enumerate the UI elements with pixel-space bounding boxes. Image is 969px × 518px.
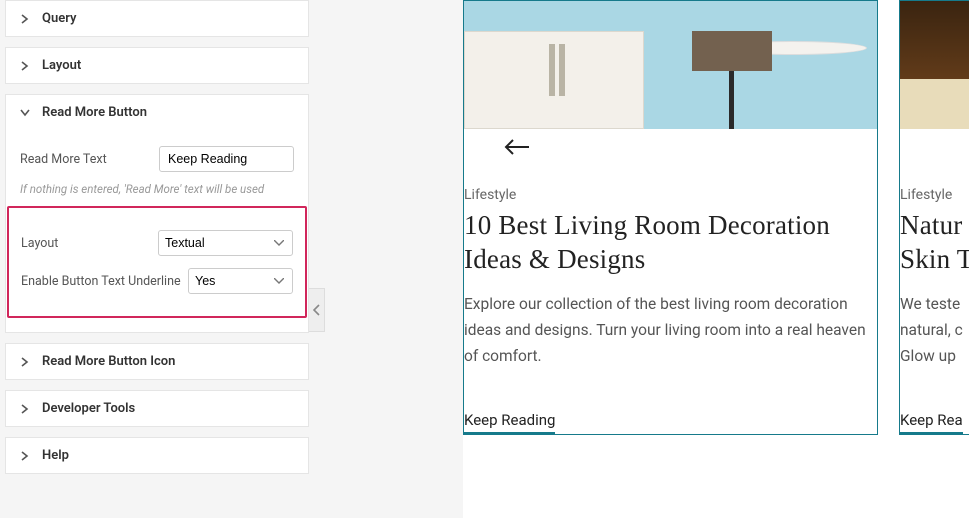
panel-query-label: Query (42, 11, 76, 26)
post-excerpt: Explore our collection of the best livin… (464, 291, 877, 370)
panel-readmore: Read More Button Read More Text If nothi… (5, 94, 309, 333)
readmore-underline-row: Enable Button Text Underline Yes (21, 268, 293, 294)
caret-right-icon (20, 14, 30, 24)
panel-query-header[interactable]: Query (6, 1, 308, 36)
panel-developer: Developer Tools (5, 390, 309, 427)
post-category[interactable]: Lifestyle (464, 187, 877, 203)
sidebar-collapse-tab[interactable] (309, 288, 325, 332)
post-title[interactable]: Natur Skin T (900, 209, 969, 277)
panel-readmore-header[interactable]: Read More Button (6, 95, 308, 130)
readmore-text-row: Read More Text (20, 146, 294, 172)
panel-developer-header[interactable]: Developer Tools (6, 391, 308, 426)
settings-sidebar: Query Layout Read More Button Read More … (5, 0, 309, 518)
readmore-layout-row: Layout Textual (21, 230, 293, 256)
post-card: Lifestyle Natur Skin T We teste natural,… (899, 0, 969, 435)
caret-right-icon (20, 357, 30, 367)
scene-wood (900, 79, 969, 129)
preview-area: Lifestyle 10 Best Living Room Decoration… (463, 0, 969, 518)
post-title-line: Skin T (900, 244, 969, 274)
panel-help-header[interactable]: Help (6, 438, 308, 473)
panel-readmore-icon-header[interactable]: Read More Button Icon (6, 344, 308, 379)
readmore-layout-select[interactable]: Textual (158, 230, 293, 256)
panel-help: Help (5, 437, 309, 474)
readmore-helper-text: If nothing is entered, 'Read More' text … (20, 182, 294, 196)
post-title[interactable]: 10 Best Living Room Decoration Ideas & D… (464, 209, 877, 277)
post-excerpt-line: natural, c (900, 321, 963, 339)
post-body: Lifestyle Natur Skin T We teste natural,… (900, 129, 969, 434)
readmore-text-label: Read More Text (20, 152, 159, 167)
readmore-link[interactable]: Keep Rea (900, 411, 963, 434)
arrow-left-icon (504, 139, 530, 155)
panel-readmore-icon-label: Read More Button Icon (42, 354, 175, 369)
scene-cabinet (464, 31, 644, 129)
post-category[interactable]: Lifestyle (900, 187, 969, 203)
back-arrow-button[interactable] (504, 139, 530, 157)
panel-query: Query (5, 0, 309, 37)
post-excerpt-line: Glow up (900, 347, 956, 365)
post-excerpt-line: We teste (900, 295, 960, 313)
post-image (464, 1, 877, 129)
caret-down-icon (20, 108, 30, 118)
highlighted-settings: Layout Textual Enable Button Text Underl… (7, 206, 307, 318)
readmore-link[interactable]: Keep Reading (464, 411, 555, 434)
panel-layout-header[interactable]: Layout (6, 48, 308, 83)
readmore-underline-select[interactable]: Yes (188, 268, 293, 294)
post-title-line: Natur (900, 210, 962, 240)
panel-readmore-body: Read More Text If nothing is entered, 'R… (6, 130, 308, 332)
post-image (900, 1, 969, 129)
chevron-left-icon (313, 304, 321, 316)
readmore-underline-label: Enable Button Text Underline (21, 274, 188, 289)
caret-right-icon (20, 61, 30, 71)
panel-readmore-icon: Read More Button Icon (5, 343, 309, 380)
readmore-text-input[interactable] (159, 146, 294, 172)
readmore-layout-label: Layout (21, 236, 158, 251)
panel-readmore-label: Read More Button (42, 105, 147, 120)
panel-layout-label: Layout (42, 58, 81, 73)
panel-developer-label: Developer Tools (42, 401, 135, 416)
post-card: Lifestyle 10 Best Living Room Decoration… (463, 0, 878, 435)
panel-layout: Layout (5, 47, 309, 84)
post-excerpt: We teste natural, c Glow up (900, 291, 969, 370)
caret-right-icon (20, 404, 30, 414)
post-body: Lifestyle 10 Best Living Room Decoration… (464, 129, 877, 434)
caret-right-icon (20, 451, 30, 461)
scene-chair (667, 31, 797, 129)
panel-help-label: Help (42, 448, 69, 463)
